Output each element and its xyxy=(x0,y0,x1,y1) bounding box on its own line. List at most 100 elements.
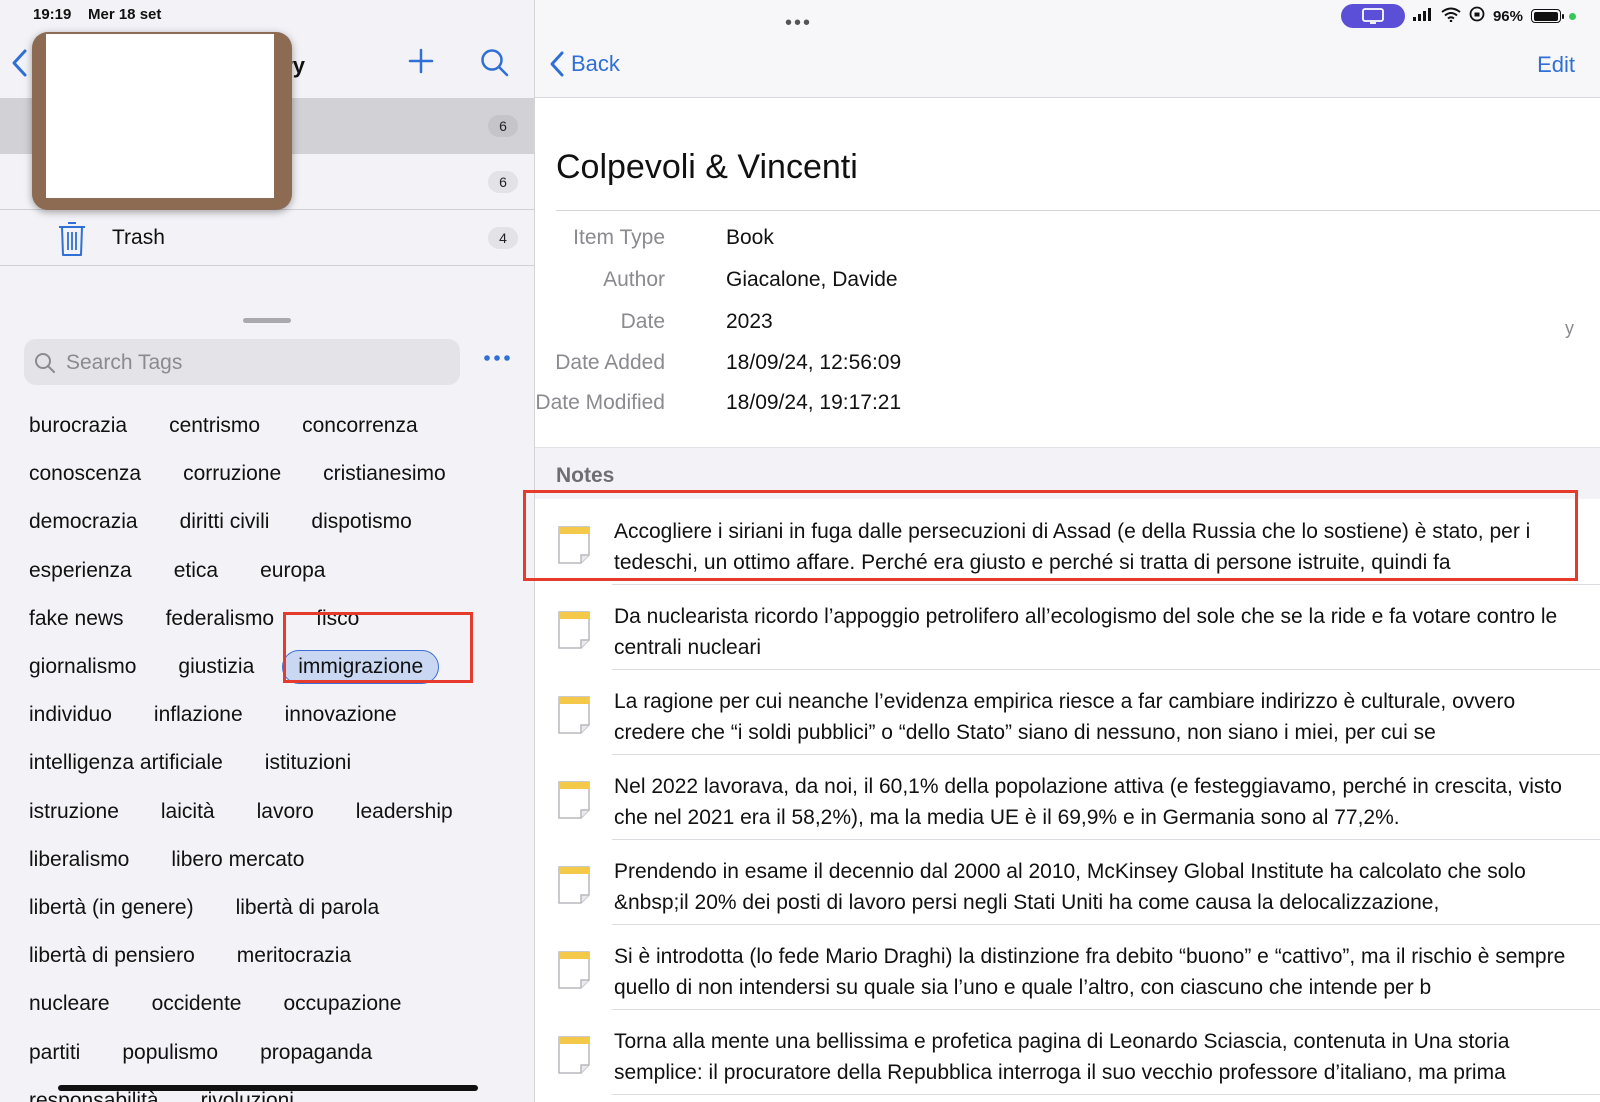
home-indicator[interactable] xyxy=(58,1085,478,1091)
note-text: Torna alla mente una bellissima e profet… xyxy=(614,1030,1510,1084)
tag-item[interactable]: istruzione xyxy=(29,800,119,824)
field-row[interactable]: Author Giacalone, Davide xyxy=(535,268,1575,300)
tag-item[interactable]: propaganda xyxy=(260,1041,372,1065)
tag-row: nucleare occidente occupazione xyxy=(29,980,524,1028)
field-value: Giacalone, Davide xyxy=(726,268,898,291)
field-label: Date xyxy=(620,310,665,333)
tag-cloud: burocrazia centrismo concorrenza conoscenza… xyxy=(29,402,524,1102)
tag-item[interactable]: esperienza xyxy=(29,559,132,583)
field-row[interactable]: Date Modified 18/09/24, 19:17:21 xyxy=(535,391,1575,423)
tag-item[interactable]: federalismo xyxy=(166,607,275,631)
tag-item[interactable]: giornalismo xyxy=(29,655,136,679)
wifi-icon xyxy=(1441,7,1461,26)
note-text: Da nuclearista ricordo l’appoggio petrol… xyxy=(614,605,1558,659)
tag-item[interactable]: burocrazia xyxy=(29,414,127,438)
count-badge: 4 xyxy=(488,227,518,249)
tag-item[interactable]: libertà di parola xyxy=(236,896,380,920)
note-text: Nel 2022 lavorava, da noi, il 60,1% dell… xyxy=(614,775,1562,829)
tag-item[interactable]: lavoro xyxy=(257,800,314,824)
status-indicators: 96% xyxy=(1340,4,1576,28)
tag-row: libertà (in genere) libertà di parola xyxy=(29,884,524,932)
more-icon[interactable] xyxy=(482,350,512,368)
trash-label: Trash xyxy=(112,226,165,249)
tag-item[interactable]: occupazione xyxy=(283,992,401,1016)
tag-item[interactable]: cristianesimo xyxy=(323,462,446,486)
tag-item[interactable]: occidente xyxy=(152,992,242,1016)
video-pip-overlay[interactable] xyxy=(32,32,292,210)
note-row[interactable]: La ragione per cui neanche l’evidenza em… xyxy=(535,669,1600,755)
back-button[interactable]: Back xyxy=(549,50,620,78)
tag-item[interactable]: europa xyxy=(260,559,325,583)
item-detail-panel: ••• Back Edit Colpevoli & Vincenti Item … xyxy=(523,0,1600,1102)
tag-item[interactable]: libertà (in genere) xyxy=(29,896,194,920)
tag-item[interactable]: populismo xyxy=(122,1041,218,1065)
chevron-left-icon[interactable] xyxy=(10,48,28,83)
field-value: 18/09/24, 19:17:21 xyxy=(726,391,902,414)
highlight-box xyxy=(283,612,473,683)
tag-item[interactable]: libertà di pensiero xyxy=(29,944,195,968)
note-icon xyxy=(557,1035,591,1080)
tag-item[interactable]: nucleare xyxy=(29,992,110,1016)
field-row[interactable]: Date Added 18/09/24, 12:56:09 xyxy=(535,351,1575,383)
tag-item[interactable]: partiti xyxy=(29,1041,80,1065)
note-row[interactable]: Nel 2022 lavorava, da noi, il 60,1% dell… xyxy=(535,754,1600,840)
pip-content xyxy=(46,34,274,198)
tag-item[interactable]: laicità xyxy=(161,800,215,824)
notes-header-label: Notes xyxy=(556,464,615,487)
tag-item[interactable]: istituzioni xyxy=(265,751,351,775)
field-row[interactable]: Item Type Book xyxy=(535,226,1575,258)
tag-item[interactable]: corruzione xyxy=(183,462,281,486)
tag-item[interactable]: conoscenza xyxy=(29,462,141,486)
field-label: Item Type xyxy=(573,226,665,249)
count-badge: 6 xyxy=(488,115,518,137)
tag-row: burocrazia centrismo concorrenza xyxy=(29,402,524,450)
tag-item[interactable]: liberalismo xyxy=(29,848,129,872)
library-row-trash[interactable]: Trash 4 xyxy=(0,210,534,266)
note-row[interactable]: Da nuclearista ricordo l’appoggio petrol… xyxy=(535,584,1600,670)
note-icon xyxy=(557,780,591,825)
screen-mirroring-icon xyxy=(1340,4,1405,28)
field-value: Book xyxy=(726,226,774,249)
tag-search-placeholder: Search Tags xyxy=(66,351,183,374)
tag-row: intelligenza artificiale istituzioni xyxy=(29,739,524,787)
item-title: Colpevoli & Vincenti xyxy=(556,148,858,186)
multitask-handle-icon[interactable]: ••• xyxy=(785,12,812,35)
divider xyxy=(556,210,1600,211)
tag-item[interactable]: inflazione xyxy=(154,703,243,727)
battery-percent: 96% xyxy=(1492,7,1523,25)
orientation-lock-icon xyxy=(1469,6,1485,26)
note-text: La ragione per cui neanche l’evidenza em… xyxy=(614,690,1516,744)
note-row[interactable]: Torna alla mente una bellissima e profet… xyxy=(535,1009,1600,1095)
note-icon xyxy=(557,950,591,995)
note-row[interactable]: Si è introdotta (lo fede Mario Draghi) l… xyxy=(535,924,1600,1010)
search-icon xyxy=(34,352,56,379)
tag-item[interactable]: intelligenza artificiale xyxy=(29,751,223,775)
note-row[interactable]: Prendendo in esame il decennio dal 2000 … xyxy=(535,839,1600,925)
tag-item[interactable]: centrismo xyxy=(169,414,260,438)
tag-item[interactable]: innovazione xyxy=(285,703,397,727)
tag-item[interactable]: libero mercato xyxy=(171,848,304,872)
tag-item[interactable]: giustizia xyxy=(178,655,254,679)
tag-item[interactable]: democrazia xyxy=(29,510,138,534)
tag-row: libertà di pensiero meritocrazia xyxy=(29,932,524,980)
field-row[interactable]: Date 2023 xyxy=(535,310,1575,342)
status-date: Mer 18 set xyxy=(88,6,162,23)
tag-item[interactable]: fake news xyxy=(29,607,124,631)
tag-row: liberalismo libero mercato xyxy=(29,836,524,884)
tag-row: istruzione laicità lavoro leadership xyxy=(29,788,524,836)
tag-item[interactable]: diritti civili xyxy=(180,510,270,534)
add-icon[interactable] xyxy=(408,48,434,79)
note-icon xyxy=(557,865,591,910)
divider xyxy=(612,1094,1600,1095)
status-time: 19:19 xyxy=(33,6,72,23)
tag-item[interactable]: etica xyxy=(174,559,218,583)
search-icon[interactable] xyxy=(480,48,510,83)
tag-item[interactable]: concorrenza xyxy=(302,414,418,438)
tag-item[interactable]: dispotismo xyxy=(311,510,411,534)
tag-item[interactable]: meritocrazia xyxy=(237,944,351,968)
edit-button[interactable]: Edit xyxy=(1537,52,1575,78)
tag-item[interactable]: individuo xyxy=(29,703,112,727)
tag-item[interactable]: leadership xyxy=(356,800,453,824)
sheet-grabber[interactable] xyxy=(243,318,291,323)
tag-search-input[interactable]: Search Tags xyxy=(24,339,460,385)
